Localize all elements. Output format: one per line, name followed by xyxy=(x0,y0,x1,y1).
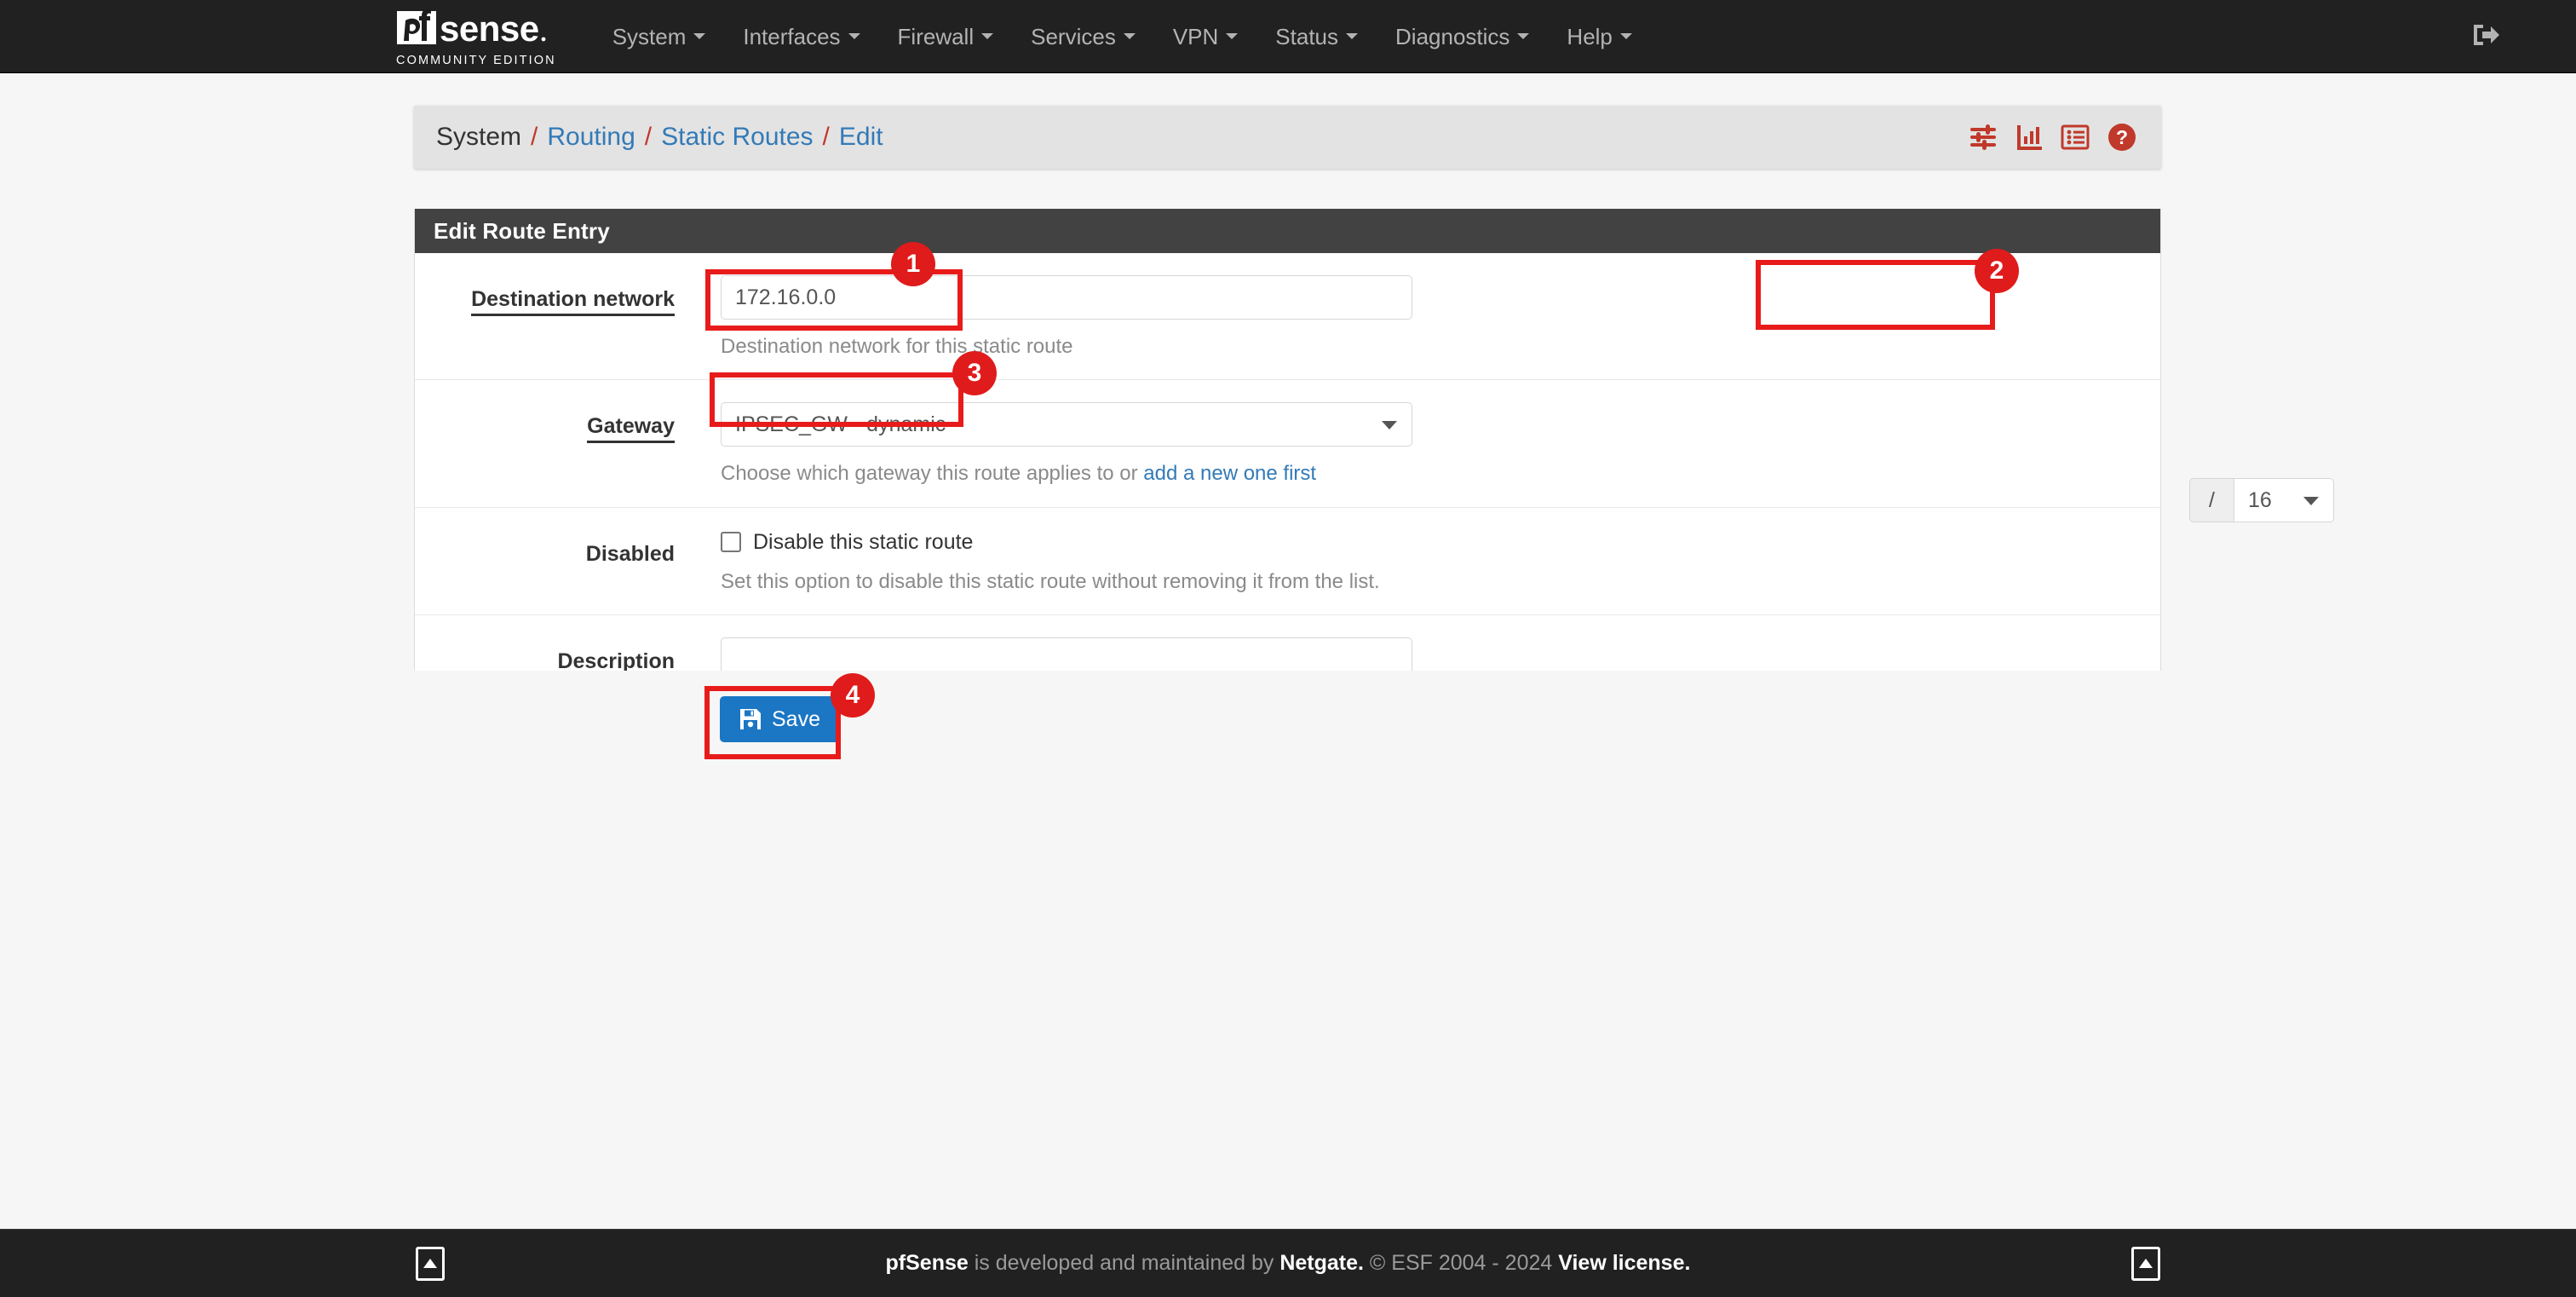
top-navbar: sense COMMUNITY EDITION System Interface… xyxy=(0,0,2576,73)
chevron-down-icon xyxy=(1226,33,1239,39)
footer-brand: pfSense xyxy=(885,1251,969,1275)
cidr-input-group: / 16 xyxy=(2189,478,2334,522)
nav-item-help[interactable]: Help xyxy=(1548,0,1650,73)
save-floppy-icon xyxy=(739,708,762,730)
breadcrumb-item-system: System xyxy=(436,123,522,151)
chevron-down-icon xyxy=(981,33,994,39)
description-label-text: Description xyxy=(557,649,675,674)
destination-network-label: Destination network xyxy=(415,275,675,316)
nav-item-label: VPN xyxy=(1172,23,1219,49)
chevron-down-icon xyxy=(1346,33,1359,39)
nav-item-label: Diagnostics xyxy=(1395,23,1510,49)
nav-item-diagnostics[interactable]: Diagnostics xyxy=(1377,0,1548,73)
nav-item-label: Status xyxy=(1275,23,1339,49)
disable-route-checkbox-label[interactable]: Disable this static route xyxy=(753,530,973,555)
bar-chart-icon[interactable] xyxy=(2015,123,2044,152)
form-actions: Save xyxy=(414,671,2161,771)
nav-item-interfaces[interactable]: Interfaces xyxy=(724,0,878,73)
help-circle-icon[interactable]: ? xyxy=(2107,122,2137,153)
disabled-help: Set this option to disable this static r… xyxy=(721,569,1380,593)
form-row-disabled: Disabled Disable this static route Set t… xyxy=(415,508,2160,616)
footer-copyright: © ESF 2004 - 2024 xyxy=(1363,1251,1559,1275)
cidr-prefix-addon: / xyxy=(2189,478,2234,522)
chevron-down-icon xyxy=(1619,33,1632,39)
svg-text:?: ? xyxy=(2116,126,2128,148)
disable-route-checkbox-line: Disable this static route xyxy=(721,530,2143,555)
chevron-down-icon xyxy=(1517,33,1530,39)
gateway-select[interactable]: IPSEC_GW - dynamic xyxy=(721,402,1412,447)
breadcrumb: System / Routing / Static Routes / Edit xyxy=(436,123,883,152)
gateway-help: Choose which gateway this route applies … xyxy=(721,460,2143,487)
gateway-help-text: Choose which gateway this route applies … xyxy=(721,462,1144,486)
scroll-to-top-button-right[interactable] xyxy=(2131,1246,2160,1281)
footer-text: pfSense is developed and maintained by N… xyxy=(0,1251,2576,1276)
list-icon[interactable] xyxy=(2061,123,2090,152)
add-gateway-link[interactable]: add a new one first xyxy=(1143,462,1316,485)
sliders-icon[interactable] xyxy=(1969,123,1998,152)
breadcrumb-item-edit[interactable]: Edit xyxy=(839,123,883,152)
navbar-right xyxy=(2470,0,2501,73)
breadcrumb-separator: / xyxy=(531,123,538,151)
disabled-label-text: Disabled xyxy=(585,541,675,566)
save-button-label: Save xyxy=(772,706,820,731)
chevron-down-icon xyxy=(1123,33,1136,39)
navbar-inner: sense COMMUNITY EDITION System Interface… xyxy=(395,0,1651,73)
pfsense-brand-logo[interactable]: sense COMMUNITY EDITION xyxy=(395,0,556,73)
gateway-label: Gateway xyxy=(415,402,675,444)
nav-item-label: System xyxy=(612,23,687,49)
save-button[interactable]: Save xyxy=(720,696,840,742)
destination-network-help: Destination network for this static rout… xyxy=(721,335,1073,358)
destination-network-input[interactable] xyxy=(721,275,1412,320)
pfsense-wordmark-icon: sense xyxy=(395,9,556,52)
form-row-gateway: Gateway IPSEC_GW - dynamic Choose which … xyxy=(415,380,2160,508)
breadcrumb-item-static-routes[interactable]: Static Routes xyxy=(661,123,813,152)
nav-item-label: Firewall xyxy=(897,23,975,49)
destination-network-field: Destination network for this static rout… xyxy=(675,275,2160,360)
disabled-label: Disabled xyxy=(415,530,675,567)
edit-route-entry-panel: Edit Route Entry Destination network Des… xyxy=(414,209,2334,744)
gateway-select-wrapper: IPSEC_GW - dynamic xyxy=(721,402,1412,447)
nav-item-label: Help xyxy=(1567,23,1613,49)
nav-item-label: Interfaces xyxy=(743,23,841,49)
gateway-field: IPSEC_GW - dynamic Choose which gateway … xyxy=(675,402,2160,487)
panel-title: Edit Route Entry xyxy=(415,209,2160,253)
nav-item-label: Services xyxy=(1031,23,1116,49)
cidr-select[interactable]: 16 xyxy=(2234,478,2334,522)
nav-item-services[interactable]: Services xyxy=(1012,0,1154,73)
brand-subtitle: COMMUNITY EDITION xyxy=(396,54,556,67)
nav-item-firewall[interactable]: Firewall xyxy=(879,0,1013,73)
destination-network-label-text: Destination network xyxy=(471,287,675,316)
breadcrumb-bar: System / Routing / Static Routes / Edit xyxy=(414,106,2161,169)
disabled-field: Disable this static route Set this optio… xyxy=(675,530,2160,596)
nav-item-system[interactable]: System xyxy=(594,0,725,73)
view-license-link[interactable]: View license. xyxy=(1558,1251,1690,1275)
footer-company: Netgate. xyxy=(1279,1251,1364,1275)
disable-route-checkbox[interactable] xyxy=(721,532,741,553)
chevron-down-icon xyxy=(848,33,860,39)
sign-out-icon[interactable] xyxy=(2470,20,2501,54)
page-footer: pfSense is developed and maintained by N… xyxy=(0,1229,2576,1297)
chevron-down-icon xyxy=(693,33,706,39)
form-row-destination-network: Destination network Destination network … xyxy=(415,253,2160,381)
cidr-select-wrapper: 16 xyxy=(2234,478,2334,522)
description-label: Description xyxy=(415,637,675,674)
breadcrumb-separator: / xyxy=(822,123,830,151)
gateway-label-text: Gateway xyxy=(587,414,675,444)
scroll-to-top-icon xyxy=(2139,1259,2153,1268)
breadcrumb-item-routing[interactable]: Routing xyxy=(547,123,635,152)
breadcrumb-action-icons: ? xyxy=(1969,122,2137,153)
svg-text:sense: sense xyxy=(440,9,539,48)
nav-item-vpn[interactable]: VPN xyxy=(1154,0,1256,73)
footer-text-middle: is developed and maintained by xyxy=(968,1251,1280,1275)
breadcrumb-separator: / xyxy=(644,123,653,151)
nav-item-status[interactable]: Status xyxy=(1256,0,1377,73)
